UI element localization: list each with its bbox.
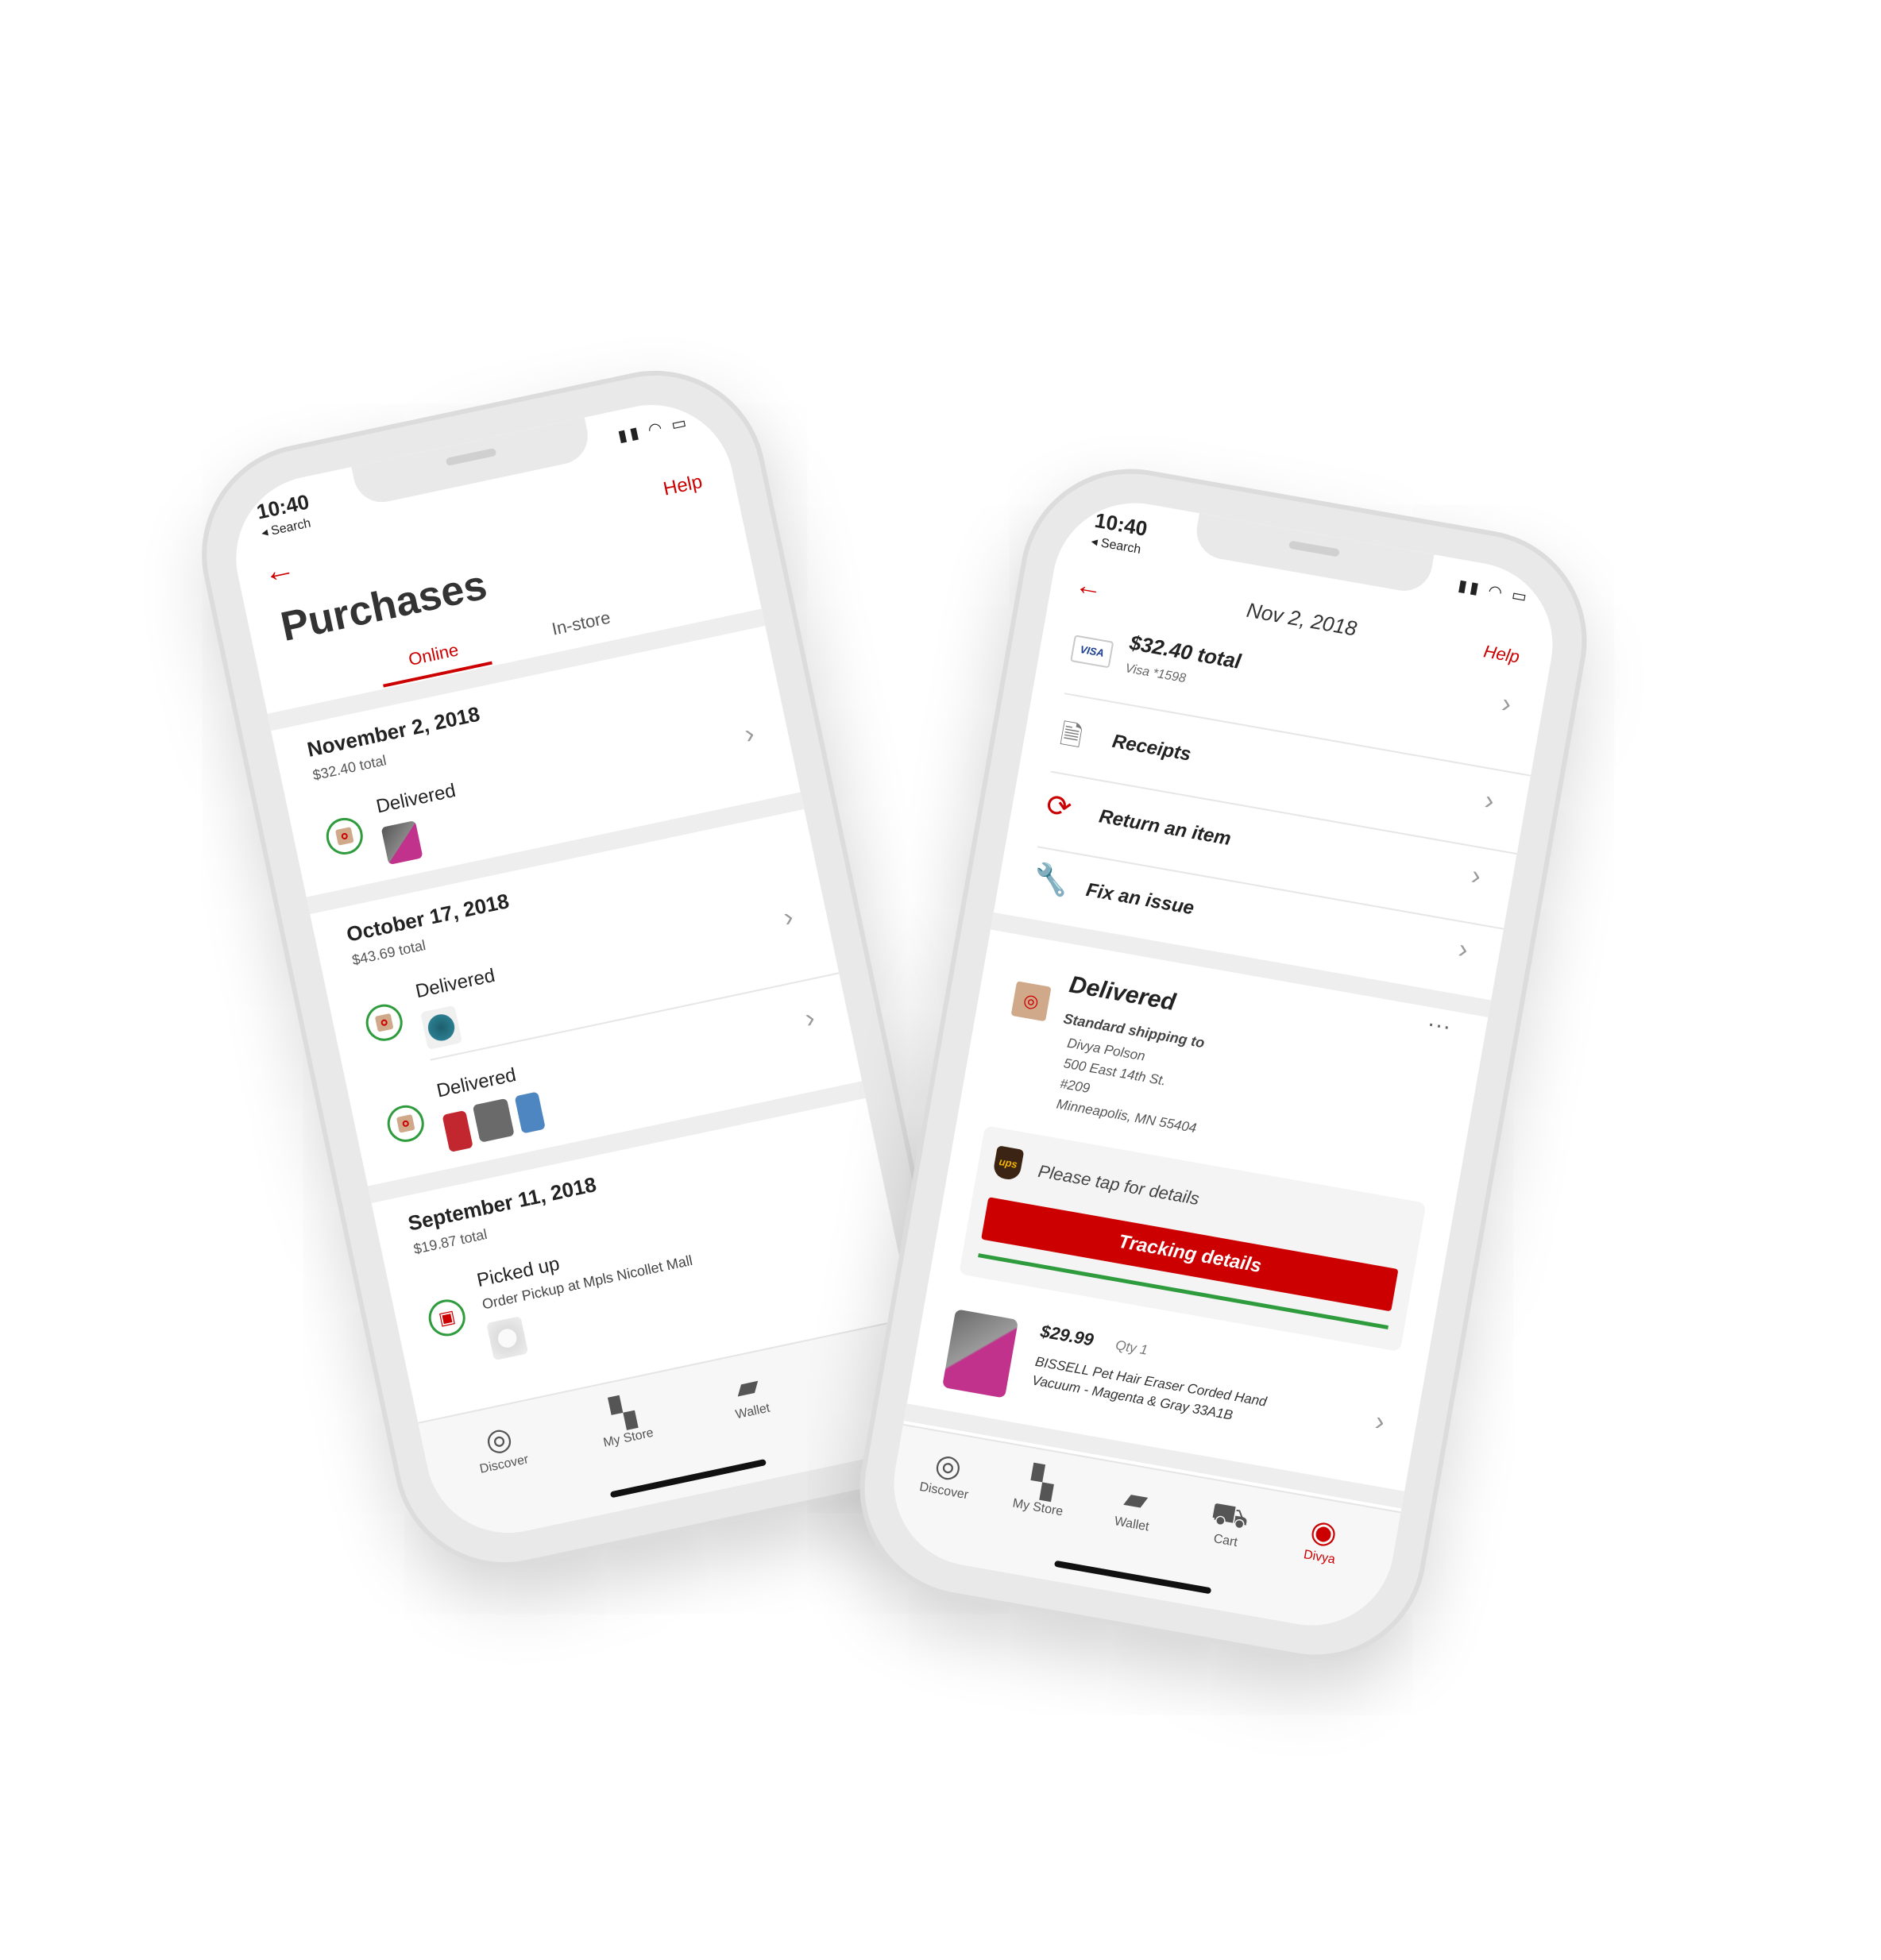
product-thumbnail xyxy=(472,1098,515,1143)
shipment-status: Delivered xyxy=(435,1063,519,1102)
chevron-right-icon: › xyxy=(802,1002,818,1034)
pickup-status-icon: ▣ xyxy=(425,1296,469,1340)
more-options-icon[interactable]: ··· xyxy=(1425,1010,1453,1041)
left-phone: 10:40 ◂ Search ▮▮ ◠ ▭ ← Help Purchases O… xyxy=(181,349,979,1588)
tracking-card[interactable]: ups Please tap for details Tracking deta… xyxy=(959,1125,1427,1352)
delivered-status-icon xyxy=(384,1102,427,1146)
delivered-status-icon xyxy=(323,814,367,858)
right-screen: 10:40 ◂ Search ▮▮ ◠ ▭ ← Nov 2, 2018 Help… xyxy=(881,490,1566,1638)
address-line: #209 xyxy=(1059,1075,1091,1097)
tab-my-store[interactable]: ▚ My Store xyxy=(577,1387,673,1454)
product-thumbnail xyxy=(486,1316,529,1361)
chevron-right-icon: › xyxy=(1469,859,1484,892)
item-qty: Qty 1 xyxy=(1114,1337,1149,1358)
home-indicator xyxy=(609,1458,767,1499)
product-thumbnail xyxy=(442,1109,473,1153)
tab-my-store[interactable]: ▚ My Store xyxy=(994,1457,1088,1522)
tab-discover[interactable]: ◎ Discover xyxy=(453,1413,549,1480)
signal-wifi-battery-icon: ▮▮ ◠ ▭ xyxy=(616,413,692,446)
home-indicator xyxy=(1053,1560,1212,1595)
shipment-status: Delivered xyxy=(374,779,458,818)
package-icon: ◎ xyxy=(1010,981,1052,1022)
address-line: Minneapolis, MN 55404 xyxy=(1055,1096,1198,1136)
tracking-prompt: Please tap for details xyxy=(1037,1160,1201,1210)
item-price: $29.99 xyxy=(1039,1321,1095,1350)
page-title: Purchases xyxy=(276,561,491,651)
back-arrow-icon[interactable]: ← xyxy=(260,550,298,591)
delivered-status-icon xyxy=(362,1001,406,1044)
receipt-icon: 🗎 xyxy=(1057,719,1085,753)
return-arrows-icon: ⟳ xyxy=(1043,788,1075,826)
left-screen: 10:40 ◂ Search ▮▮ ◠ ▭ ← Help Purchases O… xyxy=(220,389,940,1549)
ups-logo-icon: ups xyxy=(991,1145,1025,1182)
delivery-status: Delivered xyxy=(1067,971,1178,1017)
chevron-right-icon: › xyxy=(741,718,757,750)
payment-card: Visa *1598 xyxy=(1124,662,1188,686)
chevron-right-icon: › xyxy=(781,901,797,933)
visa-card-icon: VISA xyxy=(1070,635,1114,669)
product-thumbnail xyxy=(514,1091,546,1134)
tab-wallet[interactable]: ▰ Wallet xyxy=(1087,1474,1182,1539)
help-link[interactable]: Help xyxy=(662,471,705,501)
fix-issue-label: Fix an issue xyxy=(1084,878,1196,920)
shipment-status: Delivered xyxy=(413,964,497,1003)
vacuum-thumbnail xyxy=(380,820,423,866)
tab-account[interactable]: ◉ Divya xyxy=(1275,1507,1369,1572)
tab-cart[interactable]: ⛟ Cart xyxy=(1181,1491,1276,1556)
chevron-right-icon: › xyxy=(1456,933,1470,965)
tab-discover[interactable]: ◎ Discover xyxy=(899,1441,994,1506)
receipts-label: Receipts xyxy=(1110,730,1193,766)
return-item-label: Return an item xyxy=(1097,805,1233,851)
chevron-right-icon: › xyxy=(1482,785,1497,816)
signal-wifi-battery-icon: ▮▮ ◠ ▭ xyxy=(1456,577,1531,607)
rug-thumbnail xyxy=(420,1005,463,1050)
tab-wallet[interactable]: ▰ Wallet xyxy=(701,1360,798,1428)
right-phone: 10:40 ◂ Search ▮▮ ◠ ▭ ← Nov 2, 2018 Help… xyxy=(842,451,1605,1677)
chevron-right-icon: › xyxy=(1499,688,1514,720)
vacuum-thumbnail xyxy=(941,1309,1019,1399)
chevron-right-icon: › xyxy=(1373,1406,1388,1437)
wrench-icon: 🔧 xyxy=(1030,860,1072,899)
